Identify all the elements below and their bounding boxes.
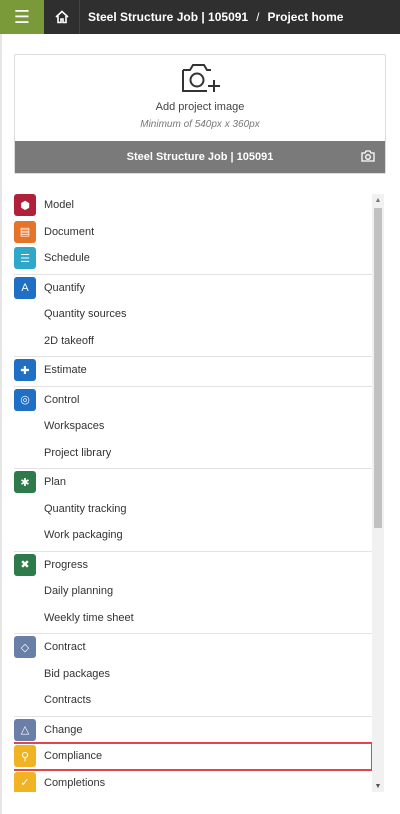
menu-item-label: Workspaces: [44, 420, 105, 433]
tools-menu: ⬢ Model ▤ Document ☰ Schedule A Quantify Quantit…: [14, 192, 386, 792]
top-bar: ☰ Steel Structure Job | 105091 / Project…: [0, 0, 400, 34]
breadcrumb-separator: /: [256, 10, 260, 24]
menu-group: ✖ Progress Daily planning Weekly time sheet: [14, 552, 372, 634]
compliance-icon: ⚲: [14, 745, 36, 768]
project-name-bar: Steel Structure Job | 105091: [15, 141, 385, 173]
add-project-image-label: Add project image: [155, 101, 245, 113]
menu-item-label: Contract: [44, 641, 86, 654]
menu-item-contract[interactable]: ◇ Contract: [14, 634, 372, 661]
scroll-up-arrow-icon[interactable]: ▲: [372, 194, 384, 206]
menu-item-label: Project library: [44, 446, 112, 459]
menu-item-label: Control: [44, 393, 80, 406]
menu-item-label: Document: [44, 225, 95, 238]
menu-group: ◎ Control Workspaces Project library: [14, 387, 372, 469]
menu-item-label: Change: [44, 723, 83, 736]
menu-item-workspaces[interactable]: Workspaces: [14, 413, 372, 440]
menu-item-2d-takeoff[interactable]: 2D takeoff: [14, 328, 372, 355]
left-edge-divider: [0, 34, 2, 814]
schedule-icon: ☰: [14, 247, 36, 270]
camera-plus-icon: [182, 64, 220, 92]
menu-item-label: Completions: [44, 776, 106, 789]
menu-item-schedule[interactable]: ☰ Schedule: [14, 245, 372, 272]
change-icon: △: [14, 718, 36, 741]
menu-item-label: Progress: [44, 558, 89, 571]
image-size-hint: Minimum of 540px x 360px: [140, 119, 260, 130]
menu-item-daily-planning[interactable]: Daily planning: [14, 578, 372, 605]
breadcrumb-current-page: Project home: [267, 10, 344, 24]
menu-group: ✱ Plan Quantity tracking Work packaging: [14, 469, 372, 552]
menu-item-compliance[interactable]: ⚲ Compliance: [14, 742, 373, 771]
home-button[interactable]: [44, 0, 80, 34]
menu-item-label: Quantify: [44, 281, 85, 294]
estimate-icon: ✚: [14, 359, 36, 382]
menu-group: ✚ Estimate: [14, 357, 372, 387]
menu-item-label: Work packaging: [44, 529, 123, 542]
scrollbar-thumb[interactable]: [374, 208, 382, 528]
menu-item-label: Bid packages: [44, 667, 111, 680]
menu-item-label: Quantity tracking: [44, 502, 127, 515]
menu-group: A Quantify Quantity sources 2D takeoff: [14, 275, 372, 357]
menu-item-label: Daily planning: [44, 585, 114, 598]
project-image-card: Add project image Minimum of 540px x 360…: [14, 54, 386, 174]
control-icon: ◎: [14, 388, 36, 411]
menu-item-label: Compliance: [44, 750, 103, 763]
menu-scrollbar[interactable]: ▲ ▼: [372, 194, 384, 792]
menu-item-label: Plan: [44, 476, 67, 489]
breadcrumb-project[interactable]: Steel Structure Job | 105091: [88, 10, 248, 24]
menu-item-quantity-tracking[interactable]: Quantity tracking: [14, 496, 372, 523]
completions-icon: ✓: [14, 771, 36, 792]
tools-menu-list: ⬢ Model ▤ Document ☰ Schedule A Quantify Quantit…: [14, 192, 373, 792]
menu-item-label: Schedule: [44, 252, 90, 265]
breadcrumb: Steel Structure Job | 105091 / Project h…: [80, 10, 343, 24]
menu-item-label: Model: [44, 199, 74, 212]
menu-item-plan[interactable]: ✱ Plan: [14, 469, 372, 496]
menu-item-change[interactable]: △ Change: [14, 717, 372, 744]
menu-item-label: Weekly time sheet: [44, 611, 134, 624]
hamburger-icon: ☰: [13, 6, 31, 27]
menu-item-label: Quantity sources: [44, 308, 127, 321]
menu-item-label: 2D takeoff: [44, 334, 94, 347]
menu-item-quantity-sources[interactable]: Quantity sources: [14, 301, 372, 328]
menu-item-document[interactable]: ▤ Document: [14, 219, 372, 246]
plan-icon: ✱: [14, 471, 36, 494]
menu-item-label: Estimate: [44, 364, 87, 377]
menu-item-completions[interactable]: ✓ Completions: [14, 770, 372, 792]
menu-item-work-packaging[interactable]: Work packaging: [14, 522, 372, 549]
menu-group: ◇ Contract Bid packages Contracts: [14, 634, 372, 717]
menu-item-bid-packages[interactable]: Bid packages: [14, 661, 372, 688]
quantify-icon: A: [14, 276, 36, 299]
menu-item-model[interactable]: ⬢ Model: [14, 192, 372, 219]
add-project-image-area[interactable]: Add project image Minimum of 540px x 360…: [15, 55, 385, 141]
contract-icon: ◇: [14, 636, 36, 659]
camera-icon[interactable]: [361, 150, 375, 162]
menu-item-estimate[interactable]: ✚ Estimate: [14, 357, 372, 384]
menu-item-quantify[interactable]: A Quantify: [14, 275, 372, 302]
progress-icon: ✖: [14, 553, 36, 576]
menu-item-label: Contracts: [44, 694, 92, 707]
hamburger-menu-button[interactable]: ☰: [0, 0, 44, 34]
home-icon: [54, 10, 69, 24]
scroll-down-arrow-icon[interactable]: ▼: [372, 780, 384, 792]
menu-group: ⬢ Model ▤ Document ☰ Schedule: [14, 192, 372, 275]
project-name: Steel Structure Job | 105091: [126, 151, 274, 163]
menu-item-project-library[interactable]: Project library: [14, 440, 372, 467]
document-icon: ▤: [14, 220, 36, 243]
model-icon: ⬢: [14, 194, 36, 217]
menu-item-progress[interactable]: ✖ Progress: [14, 552, 372, 579]
menu-item-control[interactable]: ◎ Control: [14, 387, 372, 414]
menu-group: △ Change ⚲ Compliance ✓ Completions: [14, 717, 373, 792]
menu-item-weekly-time-sheet[interactable]: Weekly time sheet: [14, 605, 372, 632]
menu-item-contracts[interactable]: Contracts: [14, 687, 372, 714]
